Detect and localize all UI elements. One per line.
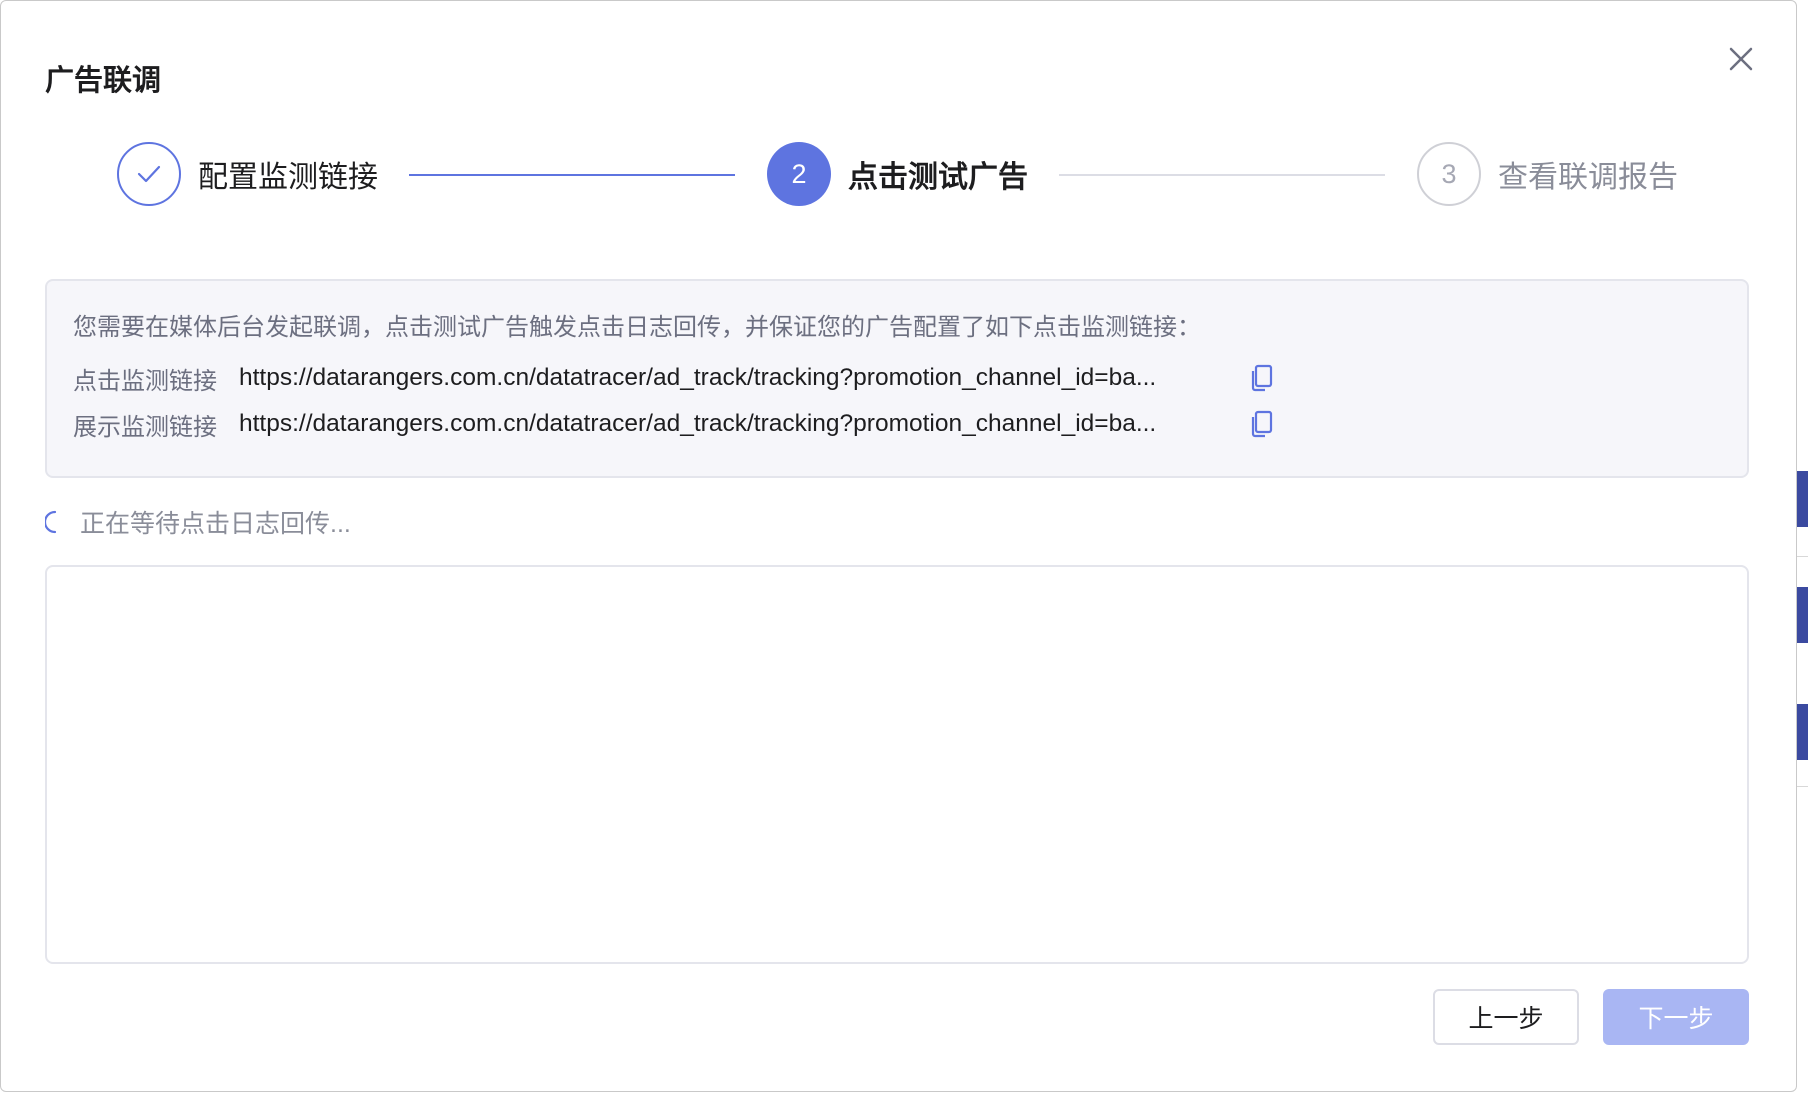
check-icon — [137, 165, 161, 183]
step-2-label: 点击测试广告 — [848, 161, 1028, 194]
copy-click-link-button[interactable] — [1249, 363, 1275, 393]
copy-icon — [1251, 364, 1273, 392]
tracking-links-panel: 您需要在媒体后台发起联调，点击测试广告触发点击日志回传，并保证您的广告配置了如下… — [45, 279, 1749, 478]
step-view-report: 3 查看联调报告 — [1417, 142, 1678, 206]
copy-icon — [1251, 410, 1273, 438]
ad-debug-dialog: 广告联调 配置监测链接 2 点击测试广告 3 查看联调报告 您需要在媒体后台发起… — [0, 0, 1797, 1092]
loading-spinner-icon — [45, 510, 57, 534]
dialog-title: 广告联调 — [45, 65, 162, 97]
close-button[interactable] — [1723, 41, 1759, 77]
impression-link-label: 展示监测链接 — [73, 413, 217, 441]
instruction-text: 您需要在媒体后台发起联调，点击测试广告触发点击日志回传，并保证您的广告配置了如下… — [73, 314, 1201, 341]
click-link-label: 点击监测链接 — [73, 367, 217, 395]
impression-tracking-link-row: 展示监测链接 https://datarangers.com.cn/datatr… — [73, 407, 1275, 441]
close-icon — [1729, 47, 1753, 71]
click-link-url: https://datarangers.com.cn/datatracer/ad… — [239, 364, 1157, 391]
step-1-circle — [117, 142, 181, 206]
step-2-circle: 2 — [767, 142, 831, 206]
step-click-test-ad: 2 点击测试广告 — [767, 142, 1028, 206]
step-3-circle: 3 — [1417, 142, 1481, 206]
step-3-label: 查看联调报告 — [1498, 161, 1678, 194]
step-connector-1 — [409, 174, 735, 176]
previous-step-button[interactable]: 上一步 — [1433, 989, 1579, 1045]
step-configure-links: 配置监测链接 — [117, 142, 378, 206]
waiting-text: 正在等待点击日志回传... — [80, 510, 351, 538]
copy-impression-link-button[interactable] — [1249, 409, 1275, 439]
next-step-button[interactable]: 下一步 — [1603, 989, 1749, 1045]
waiting-status: 正在等待点击日志回传... — [45, 505, 351, 539]
impression-link-url: https://datarangers.com.cn/datatracer/ad… — [239, 410, 1157, 437]
step-1-label: 配置监测链接 — [198, 161, 378, 194]
click-log-area — [45, 565, 1749, 964]
click-tracking-link-row: 点击监测链接 https://datarangers.com.cn/datatr… — [73, 361, 1275, 395]
step-connector-2 — [1059, 174, 1385, 176]
